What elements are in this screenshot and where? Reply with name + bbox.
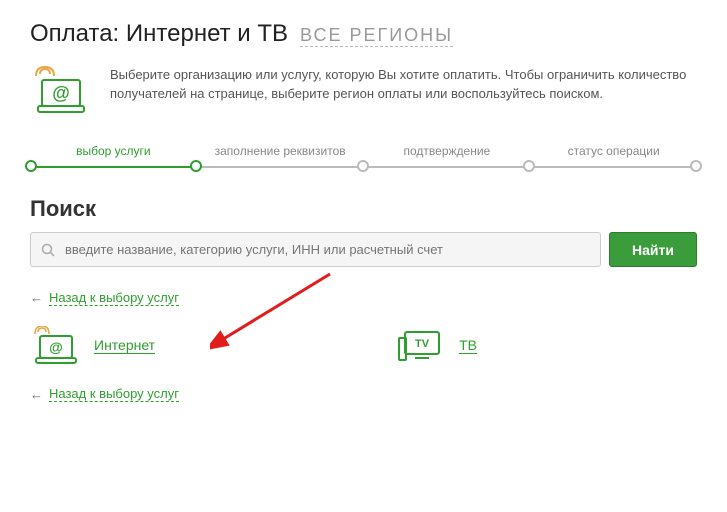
annotation-arrow — [210, 266, 350, 356]
step-confirm: подтверждение — [364, 144, 531, 172]
internet-icon: @ — [30, 326, 80, 366]
category-internet-label: Интернет — [94, 337, 155, 354]
step-label: выбор услуги — [76, 144, 151, 158]
search-box[interactable] — [30, 232, 601, 267]
page-title: Оплата: Интернет и ТВ — [30, 20, 288, 48]
progress-stepper: выбор услуги заполнение реквизитов подтв… — [30, 144, 697, 172]
svg-text:TV: TV — [415, 338, 430, 350]
step-label: статус операции — [568, 144, 660, 158]
region-selector-link[interactable]: ВСЕ РЕГИОНЫ — [300, 25, 453, 47]
tv-icon: TV — [395, 326, 445, 366]
step-fill-details: заполнение реквизитов — [197, 144, 364, 172]
search-heading: Поиск — [30, 196, 697, 222]
search-icon — [41, 243, 55, 257]
arrow-left-icon: ← — [30, 387, 43, 402]
search-input[interactable] — [63, 241, 590, 258]
svg-text:@: @ — [49, 339, 63, 355]
step-status: статус операции — [530, 144, 697, 172]
step-label: подтверждение — [404, 144, 491, 158]
category-tv-label: ТВ — [459, 337, 477, 354]
back-link-bottom[interactable]: ← Назад к выбору услуг — [30, 386, 179, 402]
svg-text:@: @ — [52, 83, 70, 103]
category-row: @ Интернет TV ТВ — [30, 326, 697, 366]
search-row: Найти — [30, 232, 697, 267]
back-link-top[interactable]: ← Назад к выбору услуг — [30, 290, 179, 306]
step-select-service: выбор услуги — [30, 144, 197, 172]
back-link-label: Назад к выбору услуг — [49, 290, 179, 306]
page-title-row: Оплата: Интернет и ТВ ВСЕ РЕГИОНЫ — [30, 20, 697, 48]
category-internet[interactable]: @ Интернет — [30, 326, 155, 366]
info-text: Выберите организацию или услугу, которую… — [110, 66, 697, 104]
arrow-left-icon: ← — [30, 290, 43, 305]
search-button[interactable]: Найти — [609, 232, 697, 267]
internet-laptop-icon: @ — [30, 66, 90, 116]
info-block: @ Выберите организацию или услугу, котор… — [30, 66, 697, 116]
category-tv[interactable]: TV ТВ — [395, 326, 477, 366]
back-link-label: Назад к выбору услуг — [49, 386, 179, 402]
step-label: заполнение реквизитов — [215, 144, 346, 158]
